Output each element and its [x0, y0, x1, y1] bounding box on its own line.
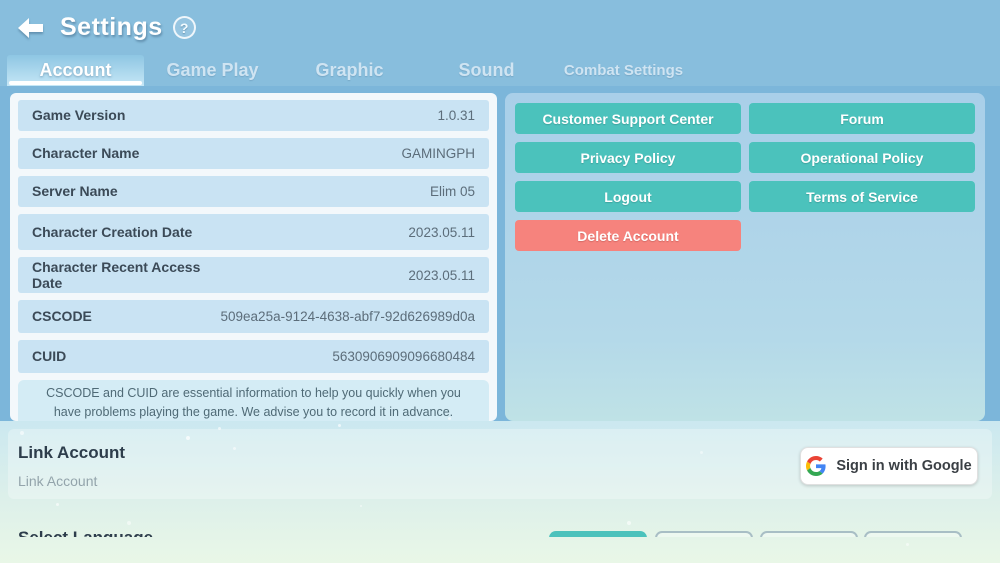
- page-title: Settings: [60, 13, 163, 42]
- language-option-pill[interactable]: [655, 531, 753, 537]
- tab-account[interactable]: Account: [7, 55, 144, 86]
- account-tab-content: Game Version 1.0.31 Character Name GAMIN…: [0, 86, 1000, 421]
- account-actions-panel: Customer Support Center Forum Privacy Po…: [505, 93, 985, 421]
- info-row-creation-date: Character Creation Date 2023.05.11: [18, 214, 489, 250]
- tab-combat-settings[interactable]: Combat Settings: [555, 55, 692, 86]
- account-info-panel: Game Version 1.0.31 Character Name GAMIN…: [10, 93, 497, 421]
- back-button[interactable]: [16, 15, 46, 41]
- tab-graphic[interactable]: Graphic: [281, 55, 418, 86]
- info-row-character-name: Character Name GAMINGPH: [18, 138, 489, 169]
- tab-sound[interactable]: Sound: [418, 55, 555, 86]
- info-value: 2023.05.11: [408, 225, 475, 240]
- info-row-server-name: Server Name Elim 05: [18, 176, 489, 207]
- settings-screen: Settings ? Account Game Play Graphic Sou…: [0, 0, 1000, 563]
- note-text: CSCODE and CUID are essential informatio…: [36, 384, 471, 422]
- privacy-policy-button[interactable]: Privacy Policy: [515, 142, 741, 173]
- operational-policy-button[interactable]: Operational Policy: [749, 142, 975, 173]
- back-arrow-icon: [18, 17, 44, 39]
- forum-button[interactable]: Forum: [749, 103, 975, 134]
- info-label: Character Name: [32, 145, 139, 161]
- info-label: CSCODE: [32, 308, 92, 324]
- cscode-cuid-note: CSCODE and CUID are essential informatio…: [18, 380, 489, 426]
- info-value: 5630906909096680484: [332, 349, 475, 364]
- bottom-section: Link Account Link Account Sign in with G…: [0, 421, 1000, 563]
- header: Settings ?: [0, 0, 1000, 55]
- tab-game-play[interactable]: Game Play: [144, 55, 281, 86]
- tab-bar: Account Game Play Graphic Sound Combat S…: [0, 55, 1000, 86]
- info-row-game-version: Game Version 1.0.31: [18, 100, 489, 131]
- customer-support-button[interactable]: Customer Support Center: [515, 103, 741, 134]
- language-option-pill[interactable]: [760, 531, 858, 537]
- info-value: 1.0.31: [437, 108, 475, 123]
- info-value: 2023.05.11: [408, 268, 475, 283]
- select-language-heading: Select Language: [18, 528, 153, 537]
- info-label: Character Recent Access Date: [32, 259, 207, 291]
- info-row-cuid: CUID 5630906909096680484: [18, 340, 489, 373]
- language-option-pill[interactable]: [864, 531, 962, 537]
- info-row-cscode: CSCODE 509ea25a-9124-4638-abf7-92d626989…: [18, 300, 489, 333]
- info-label: CUID: [32, 348, 66, 364]
- info-value: Elim 05: [430, 184, 475, 199]
- info-value: GAMINGPH: [401, 146, 475, 161]
- info-value: 509ea25a-9124-4638-abf7-92d626989d0a: [221, 309, 475, 324]
- info-label: Game Version: [32, 107, 125, 123]
- language-option-pill-selected[interactable]: [549, 531, 647, 537]
- terms-of-service-button[interactable]: Terms of Service: [749, 181, 975, 212]
- info-row-recent-access-date: Character Recent Access Date 2023.05.11: [18, 257, 489, 293]
- clipped-scroll-region: Select Language: [0, 421, 1000, 537]
- logout-button[interactable]: Logout: [515, 181, 741, 212]
- delete-account-button[interactable]: Delete Account: [515, 220, 741, 251]
- info-label: Character Creation Date: [32, 224, 192, 240]
- help-icon[interactable]: ?: [173, 16, 196, 39]
- info-label: Server Name: [32, 183, 118, 199]
